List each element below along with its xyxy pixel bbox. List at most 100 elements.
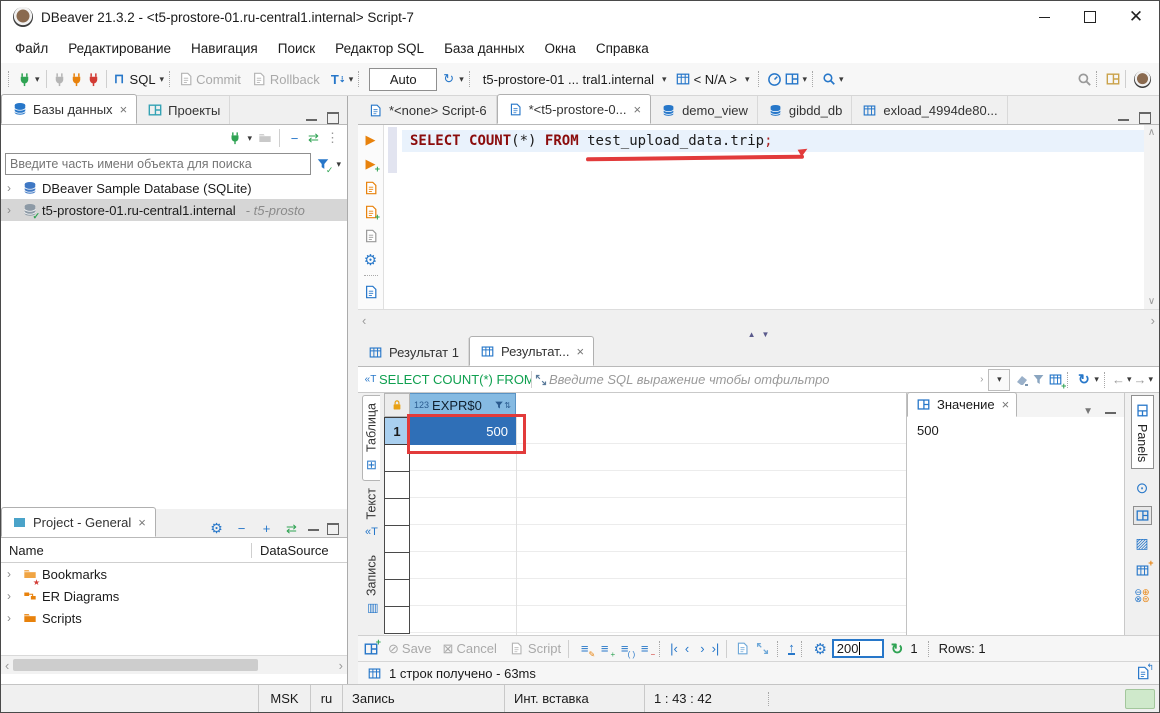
scroll-left-icon[interactable]: ‹ (358, 313, 370, 328)
connection-selector-dropdown-icon[interactable]: ▾ (662, 74, 667, 85)
sql-statement[interactable]: SELECT COUNT(*) FROM test_upload_data.tr… (410, 133, 773, 149)
tasks-dropdown-icon[interactable]: ▾ (802, 74, 807, 85)
tree-item-t5-prostore[interactable]: › ✓ t5-prostore-01.ru-central1.internal … (1, 199, 347, 221)
expander-icon[interactable]: › (7, 203, 17, 217)
first-row-icon[interactable]: |‹ (670, 641, 678, 656)
add-row-icon[interactable]: ≡+ (596, 640, 613, 657)
editor-vscrollbar[interactable]: ∧ ∨ (1144, 125, 1159, 309)
scroll-right-icon[interactable]: › (1147, 313, 1159, 328)
new-folder-icon[interactable] (256, 130, 273, 147)
filter-dropdown-icon[interactable]: ▾ (336, 159, 341, 170)
sql-editor-icon[interactable]: ⊓ (111, 71, 128, 88)
column-name[interactable]: Name (1, 543, 251, 558)
menu-help[interactable]: Справка (586, 33, 659, 63)
tab-databases-close-icon[interactable]: × (120, 102, 128, 117)
presentation-tab-record[interactable]: ▤ Запись (363, 548, 380, 624)
edit-cell-icon[interactable]: ≡✎ (576, 640, 593, 657)
expand-filter-icon[interactable] (531, 371, 549, 388)
search-dropdown-icon[interactable]: ▾ (839, 74, 844, 85)
value-panel-menu-icon[interactable]: ▼ (1083, 406, 1093, 417)
nav-view-menu-icon[interactable]: ⋮ (324, 130, 341, 147)
tree-item-sample-db[interactable]: › DBeaver Sample Database (SQLite) (1, 177, 347, 199)
schema-selector-dropdown-icon[interactable]: ▾ (745, 74, 750, 85)
tasks-icon[interactable] (783, 71, 800, 88)
minimize-button[interactable] (1021, 1, 1067, 33)
locale-label[interactable]: ru (311, 685, 343, 712)
duplicate-row-icon[interactable]: ≡( ) (616, 640, 633, 657)
fetch-all-rows-icon[interactable] (754, 640, 771, 657)
tab-value[interactable]: Значение × (907, 392, 1017, 417)
sash-up-icon[interactable]: ▲ (748, 330, 756, 339)
collapse-all-icon[interactable]: − (286, 130, 303, 147)
close-button[interactable]: ✕ (1113, 1, 1159, 33)
tab-exload[interactable]: exload_4994de80... (852, 96, 1007, 124)
link-with-editor-icon[interactable]: ⇄ (305, 130, 322, 147)
menu-database[interactable]: База данных (434, 33, 534, 63)
menu-navigation[interactable]: Навигация (181, 33, 268, 63)
tab-projects[interactable]: Проекты (137, 96, 230, 124)
timezone-label[interactable]: MSK (259, 685, 311, 712)
new-connection-dropdown-icon[interactable]: ▾ (35, 74, 40, 85)
explain-plan-icon[interactable] (362, 227, 379, 244)
scroll-left-icon[interactable]: ‹ (1, 658, 13, 673)
tab-project-close-icon[interactable]: × (138, 515, 146, 530)
tab-close-icon[interactable]: × (633, 102, 641, 117)
tab-script-6[interactable]: *<none> Script-6 (358, 96, 497, 124)
last-row-icon[interactable]: ›| (712, 641, 720, 656)
export-results-icon[interactable]: ↑ (788, 642, 795, 655)
panels-tab[interactable]: Panels (1131, 395, 1154, 469)
refresh-results-icon[interactable]: ↻ (1075, 371, 1092, 388)
search-icon[interactable] (820, 71, 837, 88)
project-item-bookmarks[interactable]: › ★ Bookmarks (1, 563, 347, 585)
filters-menu-icon[interactable] (1030, 371, 1047, 388)
object-search-input[interactable] (5, 153, 311, 175)
expander-icon[interactable]: › (7, 589, 17, 603)
tab-result-1[interactable]: Результат 1 (358, 338, 469, 366)
tab-value-close-icon[interactable]: × (1002, 397, 1010, 412)
fetch-next-page-icon[interactable] (734, 640, 751, 657)
expander-icon[interactable]: › (7, 611, 17, 625)
editor-maximize-icon[interactable] (1139, 112, 1151, 124)
delete-row-icon[interactable]: ≡− (636, 640, 653, 657)
calc-panel-icon[interactable]: ⊙ (1134, 479, 1151, 496)
project-hscrollbar[interactable]: ‹ › (1, 655, 347, 674)
commit-mode-combo[interactable]: Auto (369, 68, 437, 91)
disconnect-icon[interactable] (85, 71, 102, 88)
filter-apply-icon[interactable]: › (980, 374, 983, 385)
execute-script-icon[interactable] (362, 179, 379, 196)
presentation-tab-grid[interactable]: ⊞ Таблица (362, 395, 380, 481)
tab-gibdd-db[interactable]: gibdd_db (758, 96, 853, 124)
sql-editor-button[interactable]: SQL (130, 72, 156, 87)
tab-demo-view[interactable]: demo_view (651, 96, 758, 124)
project-item-er-diagrams[interactable]: › ER Diagrams (1, 585, 347, 607)
clear-filter-icon[interactable] (1013, 371, 1030, 388)
scroll-right-icon[interactable]: › (335, 658, 347, 673)
editor-settings-gear-icon[interactable]: ⚙ (362, 251, 379, 268)
filter-input[interactable]: Введите SQL выражение чтобы отфильтро (549, 372, 978, 387)
tab-close-icon[interactable]: × (577, 344, 585, 359)
connect-icon[interactable] (51, 71, 68, 88)
menu-file[interactable]: Файл (5, 33, 58, 63)
menu-search[interactable]: Поиск (268, 33, 325, 63)
nav-new-connection-icon[interactable] (226, 130, 243, 147)
filter-query-text[interactable]: SELECT COUNT(*) FROM te (379, 372, 531, 387)
sql-editor-content[interactable]: SELECT COUNT(*) FROM test_upload_data.tr… (402, 125, 1144, 309)
caret-position-label[interactable]: 1 : 43 : 42 (645, 685, 765, 712)
column-datasource[interactable]: DataSource (251, 543, 329, 558)
maximize-button[interactable] (1067, 1, 1113, 33)
column-filter-sort-icon[interactable]: ⇅ (494, 400, 511, 410)
menu-edit[interactable]: Редактирование (58, 33, 181, 63)
next-row-icon[interactable]: › (700, 641, 704, 656)
transaction-log-dropdown-icon[interactable]: ▾ (459, 74, 464, 85)
results-settings-gear-icon[interactable]: ⚙ (812, 640, 829, 657)
expander-icon[interactable]: › (7, 567, 17, 581)
toggle-panel-icon[interactable]: + (362, 640, 379, 657)
refresh-dropdown-icon[interactable]: ▾ (1094, 374, 1099, 385)
presentation-tab-text[interactable]: «T Текст (363, 481, 380, 547)
open-perspective-icon[interactable] (1104, 71, 1121, 88)
execute-new-tab-icon[interactable]: ▶+ (362, 155, 379, 172)
project-minimize-icon[interactable] (308, 526, 319, 531)
menu-sql-editor[interactable]: Редактор SQL (325, 33, 434, 63)
dbeaver-perspective-icon[interactable] (1134, 71, 1151, 88)
export-from-query-icon[interactable] (362, 283, 379, 300)
